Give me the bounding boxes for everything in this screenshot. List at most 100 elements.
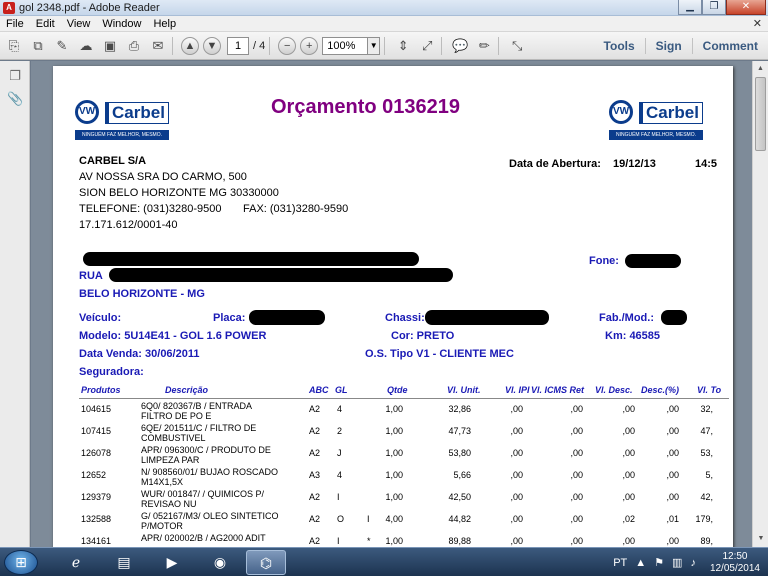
chrome-icon[interactable]: ◉ [200,550,240,575]
action-center-icon[interactable]: ⚑ [654,556,664,569]
logo-slogan: NINGUÉM FAZ MELHOR, MESMO. [609,130,703,140]
row-gl: J [337,448,342,458]
fullscreen-icon[interactable]: ⤡ [507,36,527,56]
row-gl: 2 [337,426,343,436]
fit-width-icon[interactable]: ⤢ [417,36,437,56]
menu-edit[interactable]: Edit [30,18,61,30]
insurer-label: Seguradora: [79,366,144,378]
row-unit: 47,73 [448,426,471,436]
row-abc: A2 [309,492,321,502]
row-qtde: 1,00 [385,470,403,480]
email-icon[interactable]: ✉ [148,36,168,56]
language-indicator[interactable]: PT [613,557,627,569]
zoom-in-icon[interactable]: + [300,36,319,55]
row-description: 6QE/ 201511/C / FILTRO DE COMBUSTIVEL [141,423,257,443]
page-thumbnails-icon[interactable]: ❐ [7,68,23,84]
vw-logo-icon: VW [75,100,99,124]
combine-icon[interactable]: ⧉ [28,36,48,56]
table-row: 132588 G/ 052167/M3/ OLEO SINTETICO P/MO… [53,511,733,533]
sign-link[interactable]: Sign [646,39,692,53]
tools-link[interactable]: Tools [594,39,645,53]
edit-icon[interactable]: ✎ [52,36,72,56]
row-total: 47, [700,426,713,436]
company-cnpj: 17.171.612/0001-40 [79,219,178,231]
title-bar: A gol 2348.pdf - Adobe Reader ▁ ❐ ✕ [0,0,768,16]
row-ipi: ,00 [510,448,523,458]
customer-city: BELO HORIZONTE - MG [79,288,205,300]
page-number-input[interactable]: 1 [227,36,249,55]
create-pdf-icon[interactable]: ⎘ [4,36,24,56]
fit-page-icon[interactable]: ⇕ [393,36,413,56]
row-desc-pct: ,00 [666,536,679,546]
media-player-icon[interactable]: ▶ [152,550,192,575]
row-code: 12652 [81,470,107,480]
highlight-icon[interactable]: ✏ [474,36,494,56]
row-description: APR/ 096300/C / PRODUTO DE LIMPEZA PAR [141,445,271,465]
carbel-logo: VW Carbel NINGUÉM FAZ MELHOR, MESMO. [75,100,171,144]
row-total: 179, [695,514,713,524]
row-qtde: 1,00 [385,492,403,502]
menu-window[interactable]: Window [96,18,147,30]
row-desc-pct: ,00 [666,448,679,458]
row-desc-value: ,00 [622,426,635,436]
internet-explorer-icon[interactable]: ℯ [56,550,96,575]
redaction-bar [661,310,687,325]
close-button[interactable]: ✕ [726,0,766,15]
vw-logo-icon: VW [609,100,633,124]
comment-link[interactable]: Comment [693,39,768,53]
start-button[interactable]: ⊞ [4,550,38,575]
row-ipi: ,00 [510,492,523,502]
row-desc-pct: ,00 [666,426,679,436]
clock[interactable]: 12:50 12/05/2014 [710,551,760,575]
next-page-icon[interactable]: ▼ [203,36,221,55]
row-desc-pct: ,01 [666,514,679,524]
previous-page-icon[interactable]: ▲ [181,36,199,55]
row-gl: 4 [337,470,343,480]
row-icms: ,00 [570,470,583,480]
attachments-icon[interactable]: 📎 [7,91,23,107]
company-fax: FAX: (031)3280-9590 [243,203,349,215]
scroll-down-icon[interactable]: ▼ [753,531,768,547]
zoom-level-input[interactable]: 100% [322,36,369,55]
customer-street-prefix: RUA [79,270,103,282]
opening-time: 14:5 [695,158,718,170]
maximize-button[interactable]: ❐ [702,0,726,15]
table-row: 129379 WUR/ 001847/ / QUIMICOS P/ REVISA… [53,489,733,511]
vertical-scrollbar[interactable]: ▲ ▼ [752,61,768,547]
col-produtos: Produtos [81,385,121,395]
document-viewport[interactable]: VW Carbel NINGUÉM FAZ MELHOR, MESMO. VW … [31,61,752,547]
comment-icon[interactable]: 💬 [450,36,470,56]
row-icms: ,00 [570,492,583,502]
scroll-thumb[interactable] [755,77,766,151]
show-hidden-icons-icon[interactable]: ▲ [635,557,646,569]
row-desc-pct: ,00 [666,470,679,480]
menu-view[interactable]: View [61,18,97,30]
menu-file[interactable]: File [0,18,30,30]
menu-help[interactable]: Help [147,18,182,30]
row-unit: 32,86 [448,404,471,414]
placa-label: Placa: [213,312,246,324]
table-row: 134161 APR/ 020002/B / AG2000 ADIT A2 I … [53,533,733,547]
zoom-out-icon[interactable]: − [278,36,297,55]
redaction-bar [625,254,681,268]
print-icon[interactable]: ⎙ [124,36,144,56]
file-explorer-icon[interactable]: ▤ [104,550,144,575]
adobe-reader-icon[interactable]: ⌬ [246,550,286,575]
row-unit: 53,80 [448,448,471,458]
network-icon[interactable]: ▥ [672,556,682,569]
redaction-bar [249,310,325,325]
save-icon[interactable]: ▣ [100,36,120,56]
col-vl-desc: Vl. Desc. [595,385,633,395]
minimize-button[interactable]: ▁ [678,0,702,15]
close-document-button[interactable]: ✕ [753,17,762,30]
zoom-dropdown-icon[interactable]: ▼ [368,36,381,55]
upload-icon[interactable]: ☁ [76,36,96,56]
opening-date-label: Data de Abertura: [509,158,601,170]
volume-icon[interactable]: ♪ [690,557,696,569]
opening-date: 19/12/13 [613,158,656,170]
scroll-up-icon[interactable]: ▲ [753,61,768,77]
row-desc-value: ,00 [622,470,635,480]
os-type: O.S. Tipo V1 - CLIENTE MEC [365,348,514,360]
row-icms: ,00 [570,448,583,458]
row-qtde: 1,00 [385,536,403,546]
